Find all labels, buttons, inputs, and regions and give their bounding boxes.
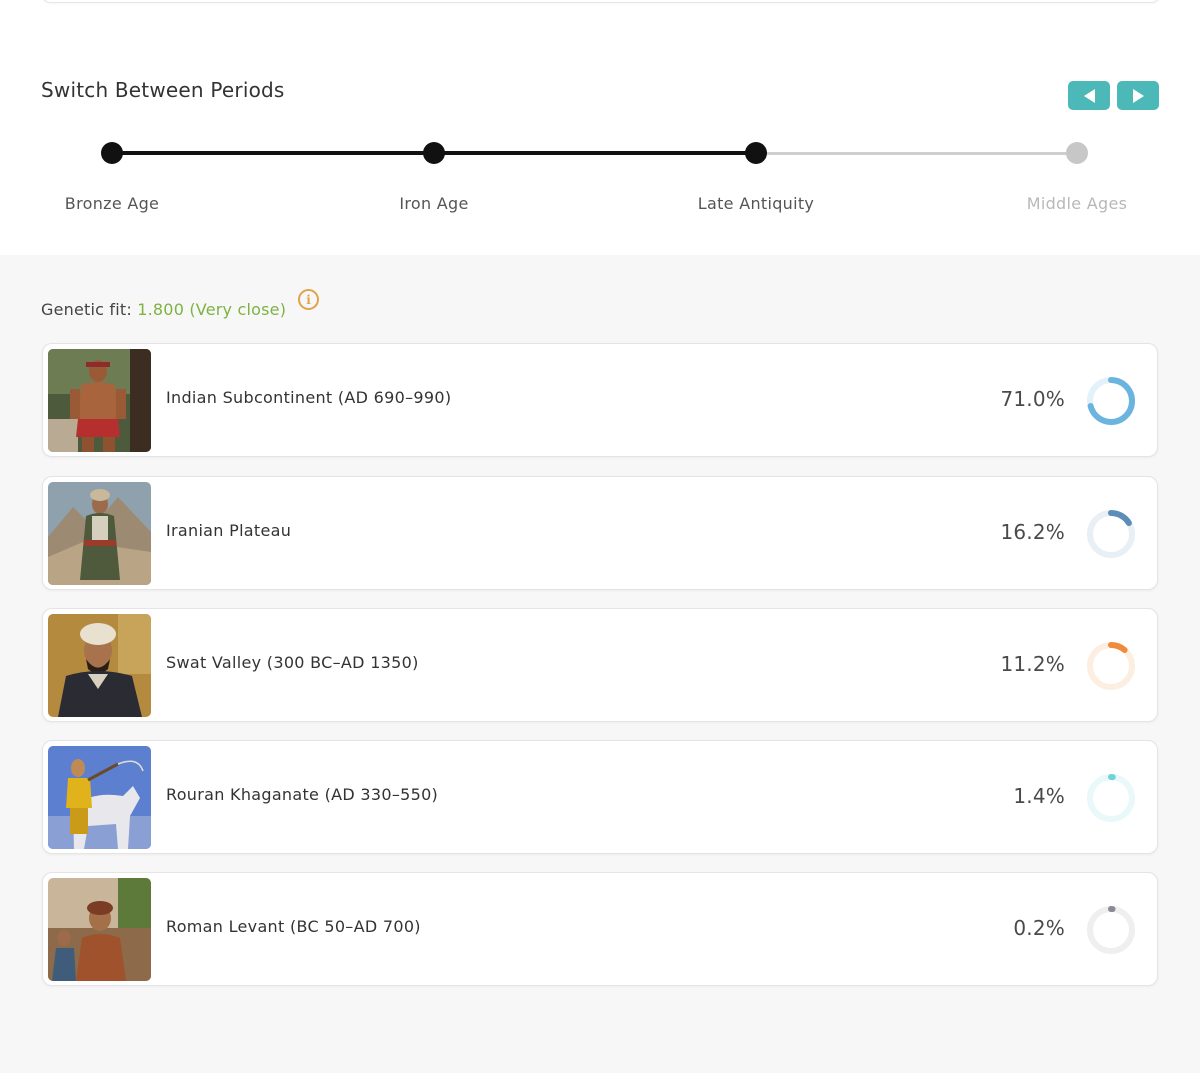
timeline-track-inactive: [756, 152, 1077, 155]
period-switcher-section: Switch Between Periods Bronze Age Iron A…: [0, 0, 1200, 255]
info-circle-icon[interactable]: i: [298, 289, 319, 310]
genetic-fit-value: 1.800 (Very close): [137, 300, 287, 319]
timeline-dot-iron-age[interactable]: [423, 142, 445, 164]
timeline-label-late-antiquity[interactable]: Late Antiquity: [646, 194, 866, 213]
timeline-label-bronze-age[interactable]: Bronze Age: [2, 194, 222, 213]
timeline-dot-middle-ages[interactable]: [1066, 142, 1088, 164]
result-card: Indian Subcontinent (AD 690–990) 71.0%: [42, 343, 1158, 457]
population-name: Iranian Plateau: [166, 521, 292, 540]
population-portrait: [48, 746, 151, 849]
genetic-fit-label: Genetic fit:: [41, 300, 138, 319]
result-card: Iranian Plateau 16.2%: [42, 476, 1158, 590]
population-portrait: [48, 614, 151, 717]
population-percent: 11.2%: [1000, 652, 1065, 676]
percent-ring: [1087, 774, 1135, 822]
population-portrait: [48, 878, 151, 981]
previous-card-edge: [41, 0, 1161, 3]
timeline-label-iron-age[interactable]: Iron Age: [324, 194, 544, 213]
population-percent: 16.2%: [1000, 520, 1065, 544]
triangle-left-icon: [1083, 88, 1095, 103]
section-title: Switch Between Periods: [41, 78, 285, 102]
timeline-label-middle-ages[interactable]: Middle Ages: [967, 194, 1187, 213]
previous-period-button[interactable]: [1068, 81, 1110, 110]
population-percent: 71.0%: [1000, 387, 1065, 411]
population-name: Indian Subcontinent (AD 690–990): [166, 388, 452, 407]
percent-ring-track: [1087, 774, 1135, 822]
timeline-dot-late-antiquity[interactable]: [745, 142, 767, 164]
population-percent: 0.2%: [1013, 916, 1065, 940]
triangle-right-icon: [1132, 88, 1144, 103]
result-card: Roman Levant (BC 50–AD 700) 0.2%: [42, 872, 1158, 986]
population-name: Rouran Khaganate (AD 330–550): [166, 785, 439, 804]
percent-ring: [1087, 377, 1135, 425]
timeline-dot-bronze-age[interactable]: [101, 142, 123, 164]
percent-ring: [1087, 642, 1135, 690]
genetic-fit: Genetic fit: 1.800 (Very close): [41, 300, 286, 319]
result-card: Swat Valley (300 BC–AD 1350) 11.2%: [42, 608, 1158, 722]
period-timeline: Bronze Age Iron Age Late Antiquity Middl…: [0, 130, 1200, 230]
result-card: Rouran Khaganate (AD 330–550) 1.4%: [42, 740, 1158, 854]
next-period-button[interactable]: [1117, 81, 1159, 110]
population-name: Roman Levant (BC 50–AD 700): [166, 917, 421, 936]
percent-ring: [1087, 510, 1135, 558]
percent-ring-track: [1087, 906, 1135, 954]
population-percent: 1.4%: [1013, 784, 1065, 808]
population-portrait: [48, 349, 151, 452]
percent-ring: [1087, 906, 1135, 954]
population-name: Swat Valley (300 BC–AD 1350): [166, 653, 419, 672]
population-portrait: [48, 482, 151, 585]
